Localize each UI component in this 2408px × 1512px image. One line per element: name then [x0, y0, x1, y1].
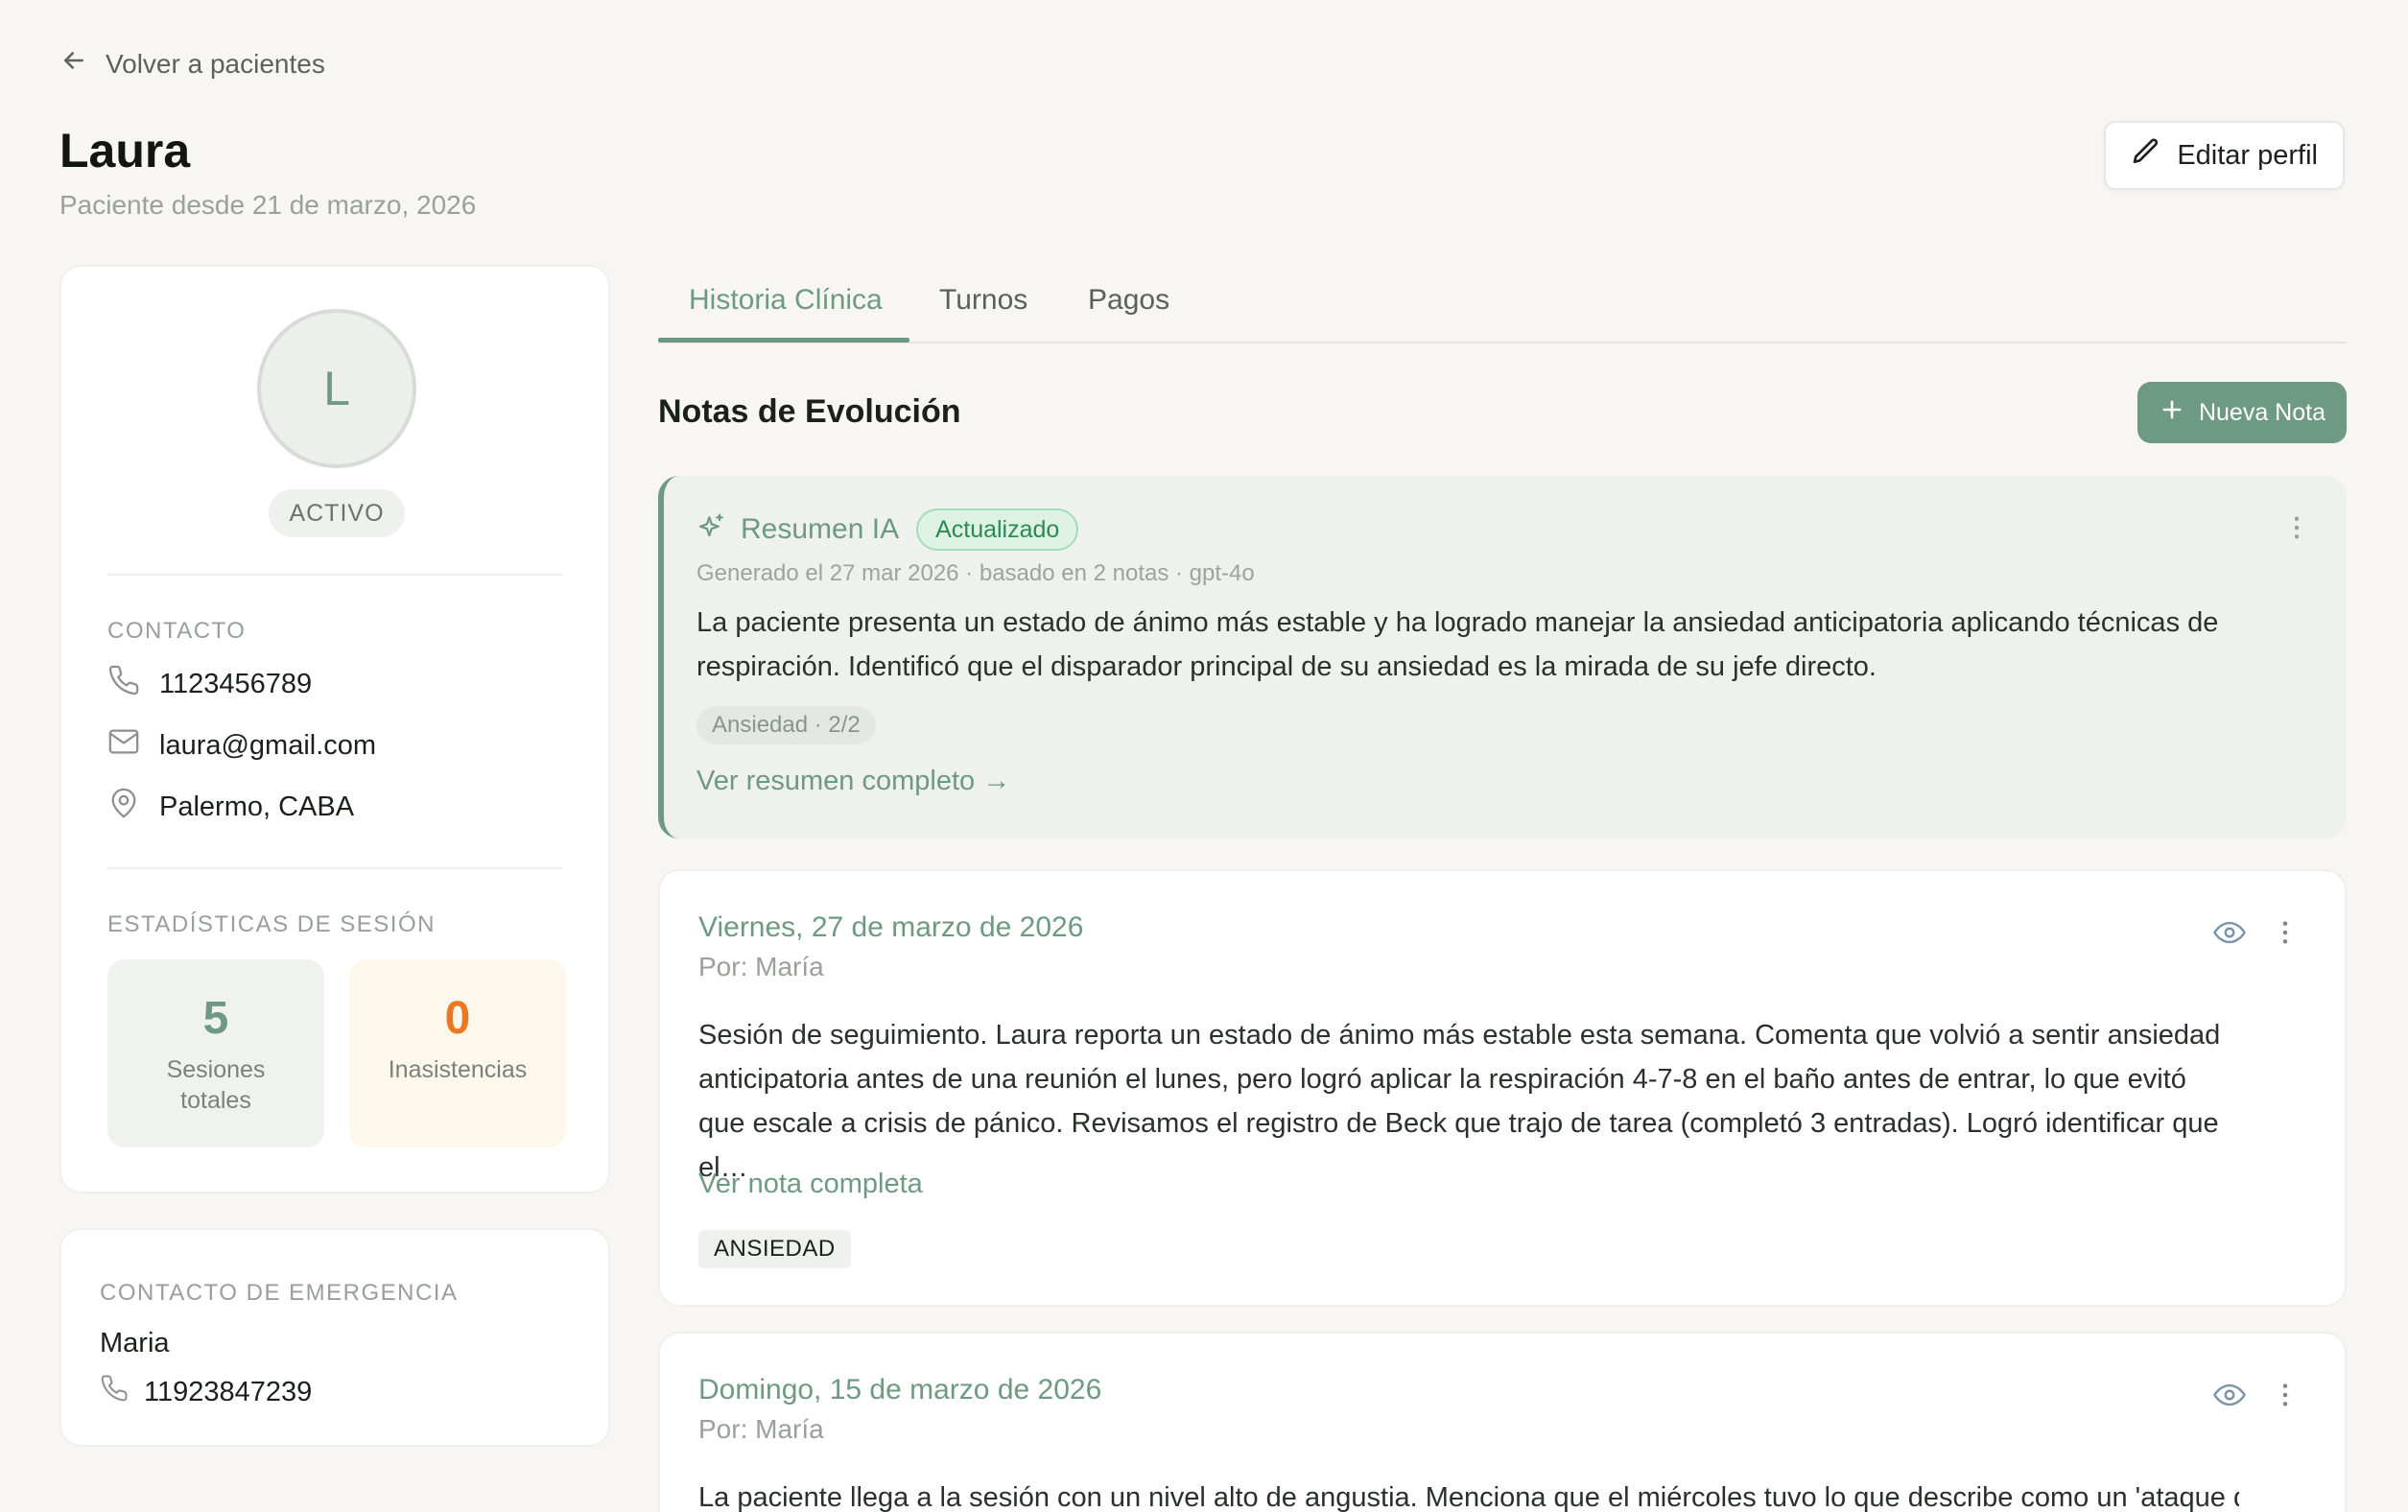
edit-profile-label: Editar perfil [2177, 139, 2318, 171]
avatar: L [257, 309, 416, 468]
ai-summary-tag: Ansiedad · 2/2 [696, 706, 876, 744]
ai-summary-status-badge: Actualizado [916, 508, 1079, 551]
divider [107, 867, 562, 869]
note-author: Por: María [698, 1414, 824, 1444]
divider [107, 574, 562, 576]
view-note-button[interactable] [2208, 911, 2251, 954]
contact-phone: 1123456789 [107, 664, 312, 704]
note-tag: ANSIEDAD [698, 1230, 851, 1268]
stat-missed-label: Inasistencias [388, 1056, 528, 1083]
ai-summary-meta: Generado el 27 mar 2026 · basado en 2 no… [696, 560, 1255, 586]
phone-icon [107, 664, 140, 704]
avatar-initial: L [323, 362, 350, 415]
mail-icon [107, 725, 140, 766]
eye-icon [2213, 921, 2246, 944]
email-value: laura@gmail.com [159, 729, 377, 761]
page-title: Laura [59, 124, 191, 177]
emergency-contact-card: CONTACTO DE EMERGENCIA Maria 11923847239 [59, 1228, 610, 1447]
ai-summary-title: Resumen IA [741, 513, 900, 545]
pencil-icon [2131, 136, 2161, 175]
ai-summary-more-menu[interactable] [2278, 508, 2316, 547]
ai-summary-card: Resumen IA Actualizado Generado el 27 ma… [658, 476, 2347, 839]
more-vertical-icon [2282, 921, 2288, 944]
note-body: Sesión de seguimiento. Laura reporta un … [698, 1020, 2221, 1183]
stat-total-value: 5 [202, 993, 229, 1044]
page-subtitle: Paciente desde 21 de marzo, 2026 [59, 190, 477, 220]
edit-profile-button[interactable]: Editar perfil [2104, 121, 2345, 190]
note-card: Domingo, 15 de marzo de 2026 Por: María … [658, 1332, 2347, 1512]
note-body: La paciente llega a la sesión con un niv… [698, 1482, 2239, 1512]
back-link-label: Volver a pacientes [106, 48, 325, 79]
location-value: Palermo, CABA [159, 791, 355, 822]
more-vertical-icon [2282, 1383, 2288, 1406]
note-date: Domingo, 15 de marzo de 2026 [698, 1374, 1102, 1406]
contact-email: laura@gmail.com [107, 725, 376, 766]
emergency-phone: 11923847239 [100, 1374, 312, 1410]
contact-location: Palermo, CABA [107, 787, 354, 827]
new-note-button[interactable]: Nueva Nota [2137, 382, 2347, 443]
note-more-menu[interactable] [2266, 1376, 2304, 1414]
note-more-menu[interactable] [2266, 913, 2304, 952]
ai-summary-full-link[interactable]: Ver resumen completo → [696, 766, 1010, 797]
ai-summary-header: Resumen IA Actualizado [696, 508, 1079, 551]
more-vertical-icon [2294, 516, 2300, 539]
emergency-phone-value: 11923847239 [144, 1376, 313, 1407]
new-note-label: Nueva Nota [2198, 398, 2325, 426]
stat-total-sessions: 5 Sesiones totales [107, 959, 324, 1147]
view-note-button[interactable] [2208, 1374, 2251, 1416]
stat-total-label: Sesiones totales [166, 1056, 266, 1114]
arrow-left-icon [59, 46, 88, 82]
note-author: Por: María [698, 952, 824, 981]
note-date: Viernes, 27 de marzo de 2026 [698, 911, 1084, 943]
emergency-section-label: CONTACTO DE EMERGENCIA [100, 1280, 459, 1306]
stat-missed-value: 0 [444, 993, 471, 1044]
back-to-patients-link[interactable]: Volver a pacientes [59, 46, 325, 82]
stat-missed-sessions: 0 Inasistencias [349, 959, 566, 1147]
status-badge: ACTIVO [269, 489, 405, 537]
active-tab-indicator [658, 338, 909, 343]
profile-card: L ACTIVO CONTACTO 1123456789 laura@gmail… [59, 265, 610, 1193]
location-pin-icon [107, 787, 140, 827]
notes-section-title: Notas de Evolución [658, 393, 961, 430]
note-card: Viernes, 27 de marzo de 2026 Por: María … [658, 869, 2347, 1307]
plus-icon [2159, 396, 2185, 430]
stats-section-label: ESTADÍSTICAS DE SESIÓN [107, 911, 436, 937]
ai-summary-body: La paciente presenta un estado de ánimo … [696, 607, 2219, 682]
emergency-name: Maria [100, 1328, 170, 1358]
eye-icon [2213, 1383, 2246, 1406]
phone-icon [100, 1374, 129, 1410]
tab-historia-clinica[interactable]: Historia Clínica [689, 284, 883, 317]
sparkles-icon [696, 512, 727, 548]
tab-pagos[interactable]: Pagos [1088, 284, 1169, 317]
contact-section-label: CONTACTO [107, 618, 247, 644]
tabs-divider [658, 342, 2347, 343]
view-full-note-link[interactable]: Ver nota completa [698, 1169, 923, 1200]
phone-value: 1123456789 [159, 668, 313, 699]
tab-turnos[interactable]: Turnos [939, 284, 1027, 317]
